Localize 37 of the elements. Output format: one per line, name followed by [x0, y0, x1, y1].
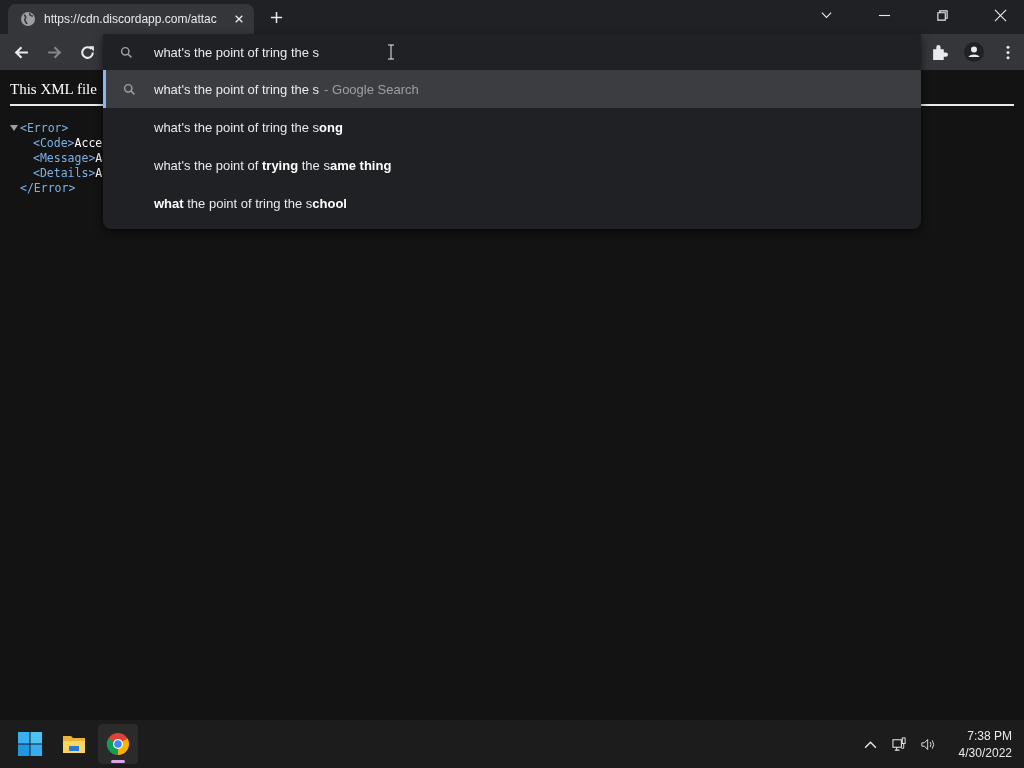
- menu-icon[interactable]: [1006, 44, 1010, 60]
- windows-logo-icon: [18, 732, 42, 756]
- new-tab-icon[interactable]: [270, 11, 283, 24]
- chrome-button[interactable]: [98, 724, 138, 764]
- suggestion-item[interactable]: what's the point of tring the song: [103, 108, 921, 146]
- suggestion-item[interactable]: what's the point of tring the s - Google Search: [103, 70, 921, 108]
- suggestion-source: - Google Search: [324, 81, 419, 97]
- suggestion-text: what's the point of trying the same thing: [154, 157, 392, 173]
- clock-date: 4/30/2022: [958, 745, 1012, 760]
- expand-triangle-icon[interactable]: [10, 123, 18, 132]
- globe-icon: [20, 11, 36, 27]
- search-icon: [122, 82, 136, 96]
- search-icon: [120, 45, 133, 59]
- suggestion-text: what's the point of tring the s: [154, 81, 320, 97]
- xml-line: <Details>A: [33, 165, 103, 180]
- suggestion-text: what's the point of tring the song: [154, 119, 343, 135]
- restore-icon[interactable]: [936, 8, 949, 22]
- suggestion-text: what the point of tring the school: [154, 195, 347, 211]
- text-cursor-icon: [387, 44, 395, 60]
- xml-line: <Code>Acce: [33, 135, 103, 150]
- close-icon[interactable]: [234, 14, 244, 24]
- network-icon[interactable]: [891, 736, 907, 752]
- xml-line: <Message>A: [33, 150, 103, 165]
- browser-tab[interactable]: https://cdn.discordapp.com/attac: [8, 4, 254, 34]
- suggestion-item[interactable]: what the point of tring the school: [103, 184, 921, 222]
- address-field[interactable]: what's the point of tring the s: [154, 44, 379, 60]
- xml-line: </Error>: [20, 180, 76, 195]
- xml-line: <Error>: [20, 120, 69, 135]
- puzzle-icon[interactable]: [931, 43, 948, 61]
- reload-icon[interactable]: [79, 43, 96, 61]
- chrome-icon: [106, 732, 130, 756]
- suggestion-item[interactable]: what's the point of trying the same thing: [103, 146, 921, 184]
- clock-time: 7:38 PM: [967, 728, 1012, 743]
- close-icon[interactable]: [994, 8, 1007, 22]
- speaker-icon[interactable]: [920, 736, 936, 752]
- page-heading: This XML file: [10, 81, 97, 98]
- profile-icon[interactable]: [964, 42, 984, 62]
